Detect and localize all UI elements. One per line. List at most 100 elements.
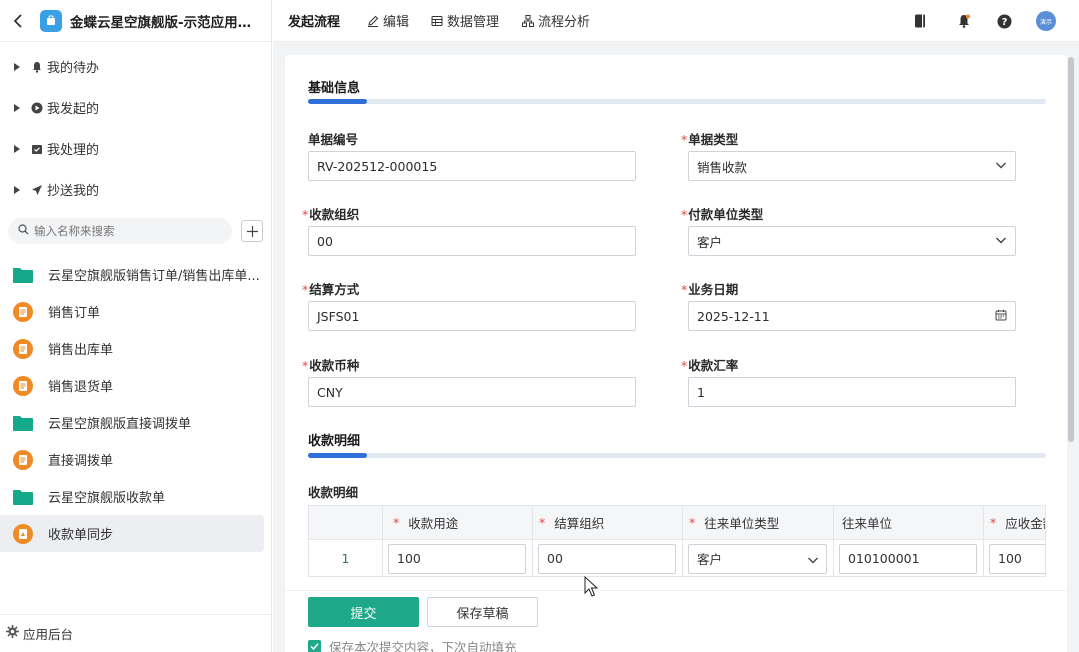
remember-checkbox[interactable]	[308, 640, 321, 652]
doc-item[interactable]: 销售订单	[0, 293, 264, 330]
nav-label: 我的待办	[47, 61, 100, 76]
doc-label: 销售出库单	[48, 343, 114, 358]
play-circle-icon	[30, 101, 44, 115]
currency-input[interactable]: CNY	[308, 377, 636, 407]
section-title-basic: 基础信息	[308, 81, 361, 96]
caret-right-icon	[12, 144, 22, 154]
doc-label: 收款单同步	[48, 528, 114, 543]
chevron-down-icon	[807, 554, 819, 569]
tab-data-management[interactable]: 数据管理	[431, 11, 499, 30]
cell-amount: 100	[984, 540, 1045, 576]
doc-item[interactable]: 云星空旗舰版收款单	[0, 478, 264, 515]
th-settle-org: * 结算组织	[533, 506, 683, 539]
form-footer: 提交 保存草稿 保存本次提交内容，下次自动填充	[285, 590, 1067, 652]
rate-input[interactable]: 1	[688, 377, 1016, 407]
detail-table: * 收款用途 * 结算组织 * 往来单位类型 往来单位 * 应收金额 1 100…	[308, 505, 1046, 577]
th-partner: 往来单位	[834, 506, 984, 539]
doc-label: 直接调拨单	[48, 454, 114, 469]
form-card: 基础信息 单据编号 RV-202512-000015 *单据类型 销售收款 *收…	[285, 55, 1067, 652]
main-area: 基础信息 单据编号 RV-202512-000015 *单据类型 销售收款 *收…	[273, 42, 1079, 652]
calendar-icon	[995, 309, 1007, 321]
remember-label: 保存本次提交内容，下次自动填充	[329, 640, 517, 652]
topbar: 发起流程 编辑 数据管理 流程分析 ? 演示	[273, 0, 1079, 42]
nav-item-my-todo[interactable]: 我的待办	[0, 46, 271, 87]
sidebar-nav: 我的待办 我发起的 我处理的 抄送我的	[0, 42, 271, 210]
caret-right-icon	[12, 185, 22, 195]
row-index: 1	[309, 540, 383, 576]
scrollbar[interactable]	[1068, 57, 1074, 442]
nav-item-handled[interactable]: 我处理的	[0, 128, 271, 169]
add-button[interactable]	[241, 220, 263, 242]
table-icon	[431, 15, 443, 27]
doc-item[interactable]: 销售退货单	[0, 367, 264, 404]
chevron-down-icon	[995, 234, 1007, 246]
sync-form-icon	[13, 523, 33, 544]
tab-label: 流程分析	[538, 15, 591, 30]
table-header: * 收款用途 * 结算组织 * 往来单位类型 往来单位 * 应收金额	[309, 506, 1045, 540]
save-draft-button[interactable]: 保存草稿	[427, 597, 538, 627]
doc-item[interactable]: 直接调拨单	[0, 441, 264, 478]
amount-input[interactable]: 100	[989, 543, 1045, 574]
cell-partner: 010100001	[834, 540, 984, 576]
field-label-currency: *收款币种	[302, 358, 360, 373]
th-purpose: * 收款用途	[383, 506, 533, 539]
notebook-icon[interactable]	[910, 11, 930, 31]
form-icon	[13, 338, 33, 359]
tab-process-analysis[interactable]: 流程分析	[522, 11, 590, 30]
doc-type-select[interactable]: 销售收款	[688, 151, 1016, 181]
field-label-rate: *收款汇率	[681, 358, 739, 373]
nav-label: 我处理的	[47, 143, 100, 158]
section-divider	[308, 99, 1046, 104]
field-label-recv-org: *收款组织	[302, 207, 360, 222]
gear-icon	[6, 625, 19, 642]
back-arrow-icon[interactable]	[8, 11, 28, 31]
doc-item[interactable]: 云星空旗舰版直接调拨单	[0, 404, 264, 441]
tab-label: 发起流程	[288, 15, 341, 30]
tab-label: 编辑	[383, 15, 410, 30]
topbar-actions: ? 演示	[910, 0, 1079, 42]
user-avatar[interactable]: 演示	[1036, 11, 1056, 31]
field-label-payer-type: *付款单位类型	[681, 207, 764, 222]
settle-method-input[interactable]: JSFS01	[308, 301, 636, 331]
app-admin-link[interactable]: 应用后台	[0, 614, 271, 652]
payer-type-select[interactable]: 客户	[688, 226, 1016, 256]
chevron-down-icon	[995, 159, 1007, 171]
doc-item[interactable]: 销售出库单	[0, 330, 264, 367]
settle-org-input[interactable]: 00	[538, 543, 676, 574]
nav-item-cc-me[interactable]: 抄送我的	[0, 169, 271, 210]
field-label-biz-date: *业务日期	[681, 282, 739, 297]
th-index	[309, 506, 383, 539]
partner-input[interactable]: 010100001	[839, 543, 977, 574]
doc-label: 销售订单	[48, 306, 101, 321]
recv-org-input[interactable]: 00	[308, 226, 636, 256]
biz-date-picker[interactable]: 2025-12-11	[688, 301, 1016, 331]
calendar-check-icon	[30, 142, 44, 156]
folder-icon	[13, 487, 33, 507]
app-title: 金蝶云星空旗舰版-示范应用_...	[70, 14, 255, 31]
search-input[interactable]	[34, 224, 214, 238]
submit-button[interactable]: 提交	[308, 597, 419, 627]
search-box[interactable]	[8, 218, 232, 244]
nav-label: 我发起的	[47, 102, 100, 117]
th-partner-type: * 往来单位类型	[683, 506, 834, 539]
caret-right-icon	[12, 62, 22, 72]
form-icon	[13, 449, 33, 470]
tab-edit[interactable]: 编辑	[367, 11, 409, 30]
search-row	[8, 218, 263, 244]
cell-settle-org: 00	[533, 540, 683, 576]
notification-bell-icon[interactable]	[954, 11, 974, 31]
partner-type-select[interactable]: 客户	[688, 543, 827, 574]
send-icon	[30, 183, 44, 197]
tab-start-process[interactable]: 发起流程	[288, 11, 340, 30]
doc-label: 销售退货单	[48, 380, 114, 395]
cell-partner-type: 客户	[683, 540, 834, 576]
purpose-input[interactable]: 100	[388, 543, 526, 574]
app-logo-icon	[40, 9, 62, 32]
check-icon	[310, 643, 319, 651]
doc-item[interactable]: 云星空旗舰版销售订单/销售出库单...	[0, 256, 264, 293]
doc-no-input[interactable]: RV-202512-000015	[308, 151, 636, 181]
nav-item-initiated[interactable]: 我发起的	[0, 87, 271, 128]
doc-item-active[interactable]: 收款单同步	[0, 515, 264, 552]
help-icon[interactable]: ?	[994, 11, 1014, 31]
section-divider	[308, 453, 1046, 458]
